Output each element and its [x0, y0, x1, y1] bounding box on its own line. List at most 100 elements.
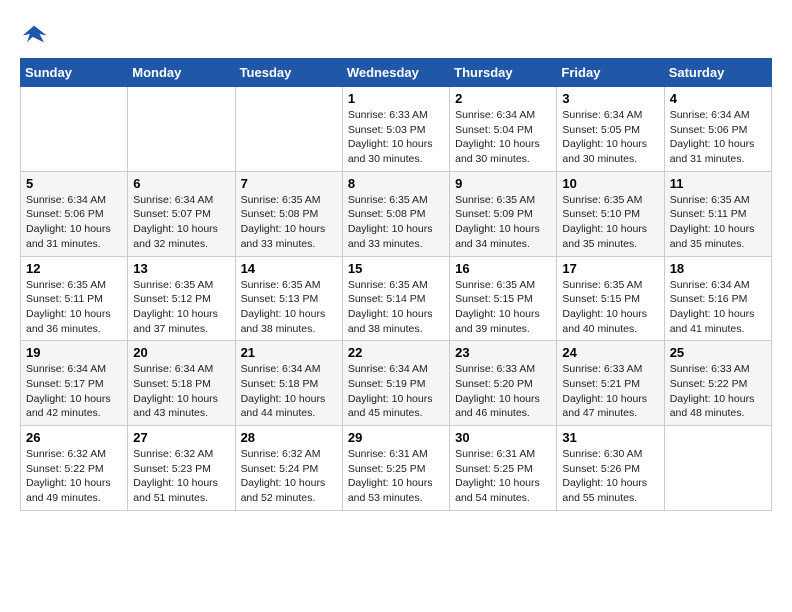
- weekday-header-row: SundayMondayTuesdayWednesdayThursdayFrid…: [21, 59, 772, 87]
- day-cell: 17Sunrise: 6:35 AMSunset: 5:15 PMDayligh…: [557, 256, 664, 341]
- day-info: Sunrise: 6:35 AMSunset: 5:08 PMDaylight:…: [348, 193, 444, 252]
- day-info: Sunrise: 6:35 AMSunset: 5:14 PMDaylight:…: [348, 278, 444, 337]
- day-cell: 11 Sunrise: 6:35 AMSunset: 5:11 PMDayligh…: [664, 171, 771, 256]
- day-info: Sunrise: 6:32 AMSunset: 5:22 PMDaylight:…: [26, 447, 122, 506]
- day-number: 9: [455, 176, 551, 191]
- day-cell: 24 Sunrise: 6:33 AMSunset: 5:21 PMDayligh…: [557, 341, 664, 426]
- day-number: 13: [133, 261, 229, 276]
- day-number: 7: [241, 176, 337, 191]
- day-number: 20: [133, 345, 229, 360]
- day-info: Sunrise: 6:34 AMSunset: 5:05 PMDaylight:…: [562, 108, 658, 167]
- day-number: 28: [241, 430, 337, 445]
- day-number: 8: [348, 176, 444, 191]
- day-number: 3: [562, 91, 658, 106]
- day-number: 2: [455, 91, 551, 106]
- weekday-header-thursday: Thursday: [450, 59, 557, 87]
- day-info: Sunrise: 6:34 AMSunset: 5:17 PMDaylight:…: [26, 362, 122, 421]
- day-number: 24: [562, 345, 658, 360]
- day-cell: 4 Sunrise: 6:34 AMSunset: 5:06 PMDaylight…: [664, 87, 771, 172]
- day-info: Sunrise: 6:34 AMSunset: 5:19 PMDaylight:…: [348, 362, 444, 421]
- day-cell: 2 Sunrise: 6:34 AMSunset: 5:04 PMDaylight…: [450, 87, 557, 172]
- day-number: 19: [26, 345, 122, 360]
- day-info: Sunrise: 6:33 AMSunset: 5:22 PMDaylight:…: [670, 362, 766, 421]
- calendar-table: SundayMondayTuesdayWednesdayThursdayFrid…: [20, 58, 772, 511]
- day-number: 14: [241, 261, 337, 276]
- day-number: 15: [348, 261, 444, 276]
- day-info: Sunrise: 6:31 AMSunset: 5:25 PMDaylight:…: [348, 447, 444, 506]
- page-header: [20, 20, 772, 48]
- day-info: Sunrise: 6:35 AMSunset: 5:15 PMDaylight:…: [455, 278, 551, 337]
- day-info: Sunrise: 6:35 AMSunset: 5:12 PMDaylight:…: [133, 278, 229, 337]
- day-cell: 8 Sunrise: 6:35 AMSunset: 5:08 PMDaylight…: [342, 171, 449, 256]
- day-info: Sunrise: 6:35 AMSunset: 5:10 PMDaylight:…: [562, 193, 658, 252]
- day-info: Sunrise: 6:35 AMSunset: 5:13 PMDaylight:…: [241, 278, 337, 337]
- day-info: Sunrise: 6:30 AMSunset: 5:26 PMDaylight:…: [562, 447, 658, 506]
- day-cell: 25 Sunrise: 6:33 AMSunset: 5:22 PMDayligh…: [664, 341, 771, 426]
- day-cell: 9 Sunrise: 6:35 AMSunset: 5:09 PMDaylight…: [450, 171, 557, 256]
- week-row-5: 26 Sunrise: 6:32 AMSunset: 5:22 PMDayligh…: [21, 426, 772, 511]
- day-cell: 13 Sunrise: 6:35 AMSunset: 5:12 PMDayligh…: [128, 256, 235, 341]
- day-cell: 29 Sunrise: 6:31 AMSunset: 5:25 PMDayligh…: [342, 426, 449, 511]
- week-row-4: 19 Sunrise: 6:34 AMSunset: 5:17 PMDayligh…: [21, 341, 772, 426]
- day-number: 25: [670, 345, 766, 360]
- week-row-3: 12Sunrise: 6:35 AMSunset: 5:11 PMDayligh…: [21, 256, 772, 341]
- weekday-header-monday: Monday: [128, 59, 235, 87]
- day-cell: [21, 87, 128, 172]
- day-info: Sunrise: 6:34 AMSunset: 5:04 PMDaylight:…: [455, 108, 551, 167]
- day-cell: 22Sunrise: 6:34 AMSunset: 5:19 PMDayligh…: [342, 341, 449, 426]
- day-cell: 26 Sunrise: 6:32 AMSunset: 5:22 PMDayligh…: [21, 426, 128, 511]
- day-cell: 12Sunrise: 6:35 AMSunset: 5:11 PMDayligh…: [21, 256, 128, 341]
- weekday-header-friday: Friday: [557, 59, 664, 87]
- day-info: Sunrise: 6:34 AMSunset: 5:18 PMDaylight:…: [241, 362, 337, 421]
- day-number: 27: [133, 430, 229, 445]
- day-cell: [128, 87, 235, 172]
- day-number: 30: [455, 430, 551, 445]
- day-number: 12: [26, 261, 122, 276]
- day-info: Sunrise: 6:35 AMSunset: 5:11 PMDaylight:…: [670, 193, 766, 252]
- day-cell: 31Sunrise: 6:30 AMSunset: 5:26 PMDayligh…: [557, 426, 664, 511]
- day-cell: 18 Sunrise: 6:34 AMSunset: 5:16 PMDayligh…: [664, 256, 771, 341]
- weekday-header-wednesday: Wednesday: [342, 59, 449, 87]
- day-number: 11: [670, 176, 766, 191]
- day-info: Sunrise: 6:35 AMSunset: 5:08 PMDaylight:…: [241, 193, 337, 252]
- day-number: 26: [26, 430, 122, 445]
- logo-bird-icon: [20, 20, 48, 48]
- day-cell: 1 Sunrise: 6:33 AMSunset: 5:03 PMDaylight…: [342, 87, 449, 172]
- day-cell: [235, 87, 342, 172]
- day-info: Sunrise: 6:34 AMSunset: 5:07 PMDaylight:…: [133, 193, 229, 252]
- day-cell: 16 Sunrise: 6:35 AMSunset: 5:15 PMDayligh…: [450, 256, 557, 341]
- day-cell: 23 Sunrise: 6:33 AMSunset: 5:20 PMDayligh…: [450, 341, 557, 426]
- day-info: Sunrise: 6:35 AMSunset: 5:15 PMDaylight:…: [562, 278, 658, 337]
- day-info: Sunrise: 6:33 AMSunset: 5:03 PMDaylight:…: [348, 108, 444, 167]
- weekday-header-tuesday: Tuesday: [235, 59, 342, 87]
- day-cell: [664, 426, 771, 511]
- week-row-1: 1 Sunrise: 6:33 AMSunset: 5:03 PMDaylight…: [21, 87, 772, 172]
- day-number: 10: [562, 176, 658, 191]
- day-cell: 27Sunrise: 6:32 AMSunset: 5:23 PMDayligh…: [128, 426, 235, 511]
- day-number: 21: [241, 345, 337, 360]
- day-info: Sunrise: 6:34 AMSunset: 5:18 PMDaylight:…: [133, 362, 229, 421]
- day-number: 29: [348, 430, 444, 445]
- day-number: 4: [670, 91, 766, 106]
- day-number: 1: [348, 91, 444, 106]
- day-cell: 14 Sunrise: 6:35 AMSunset: 5:13 PMDayligh…: [235, 256, 342, 341]
- day-info: Sunrise: 6:33 AMSunset: 5:21 PMDaylight:…: [562, 362, 658, 421]
- day-cell: 5Sunrise: 6:34 AMSunset: 5:06 PMDaylight…: [21, 171, 128, 256]
- day-number: 23: [455, 345, 551, 360]
- day-cell: 21 Sunrise: 6:34 AMSunset: 5:18 PMDayligh…: [235, 341, 342, 426]
- day-cell: 15 Sunrise: 6:35 AMSunset: 5:14 PMDayligh…: [342, 256, 449, 341]
- logo: [20, 20, 52, 48]
- day-info: Sunrise: 6:35 AMSunset: 5:09 PMDaylight:…: [455, 193, 551, 252]
- day-cell: 19 Sunrise: 6:34 AMSunset: 5:17 PMDayligh…: [21, 341, 128, 426]
- day-info: Sunrise: 6:34 AMSunset: 5:16 PMDaylight:…: [670, 278, 766, 337]
- day-info: Sunrise: 6:31 AMSunset: 5:25 PMDaylight:…: [455, 447, 551, 506]
- day-info: Sunrise: 6:34 AMSunset: 5:06 PMDaylight:…: [670, 108, 766, 167]
- day-info: Sunrise: 6:33 AMSunset: 5:20 PMDaylight:…: [455, 362, 551, 421]
- day-info: Sunrise: 6:32 AMSunset: 5:24 PMDaylight:…: [241, 447, 337, 506]
- day-cell: 20 Sunrise: 6:34 AMSunset: 5:18 PMDayligh…: [128, 341, 235, 426]
- weekday-header-sunday: Sunday: [21, 59, 128, 87]
- week-row-2: 5Sunrise: 6:34 AMSunset: 5:06 PMDaylight…: [21, 171, 772, 256]
- day-number: 16: [455, 261, 551, 276]
- day-number: 18: [670, 261, 766, 276]
- day-cell: 7 Sunrise: 6:35 AMSunset: 5:08 PMDaylight…: [235, 171, 342, 256]
